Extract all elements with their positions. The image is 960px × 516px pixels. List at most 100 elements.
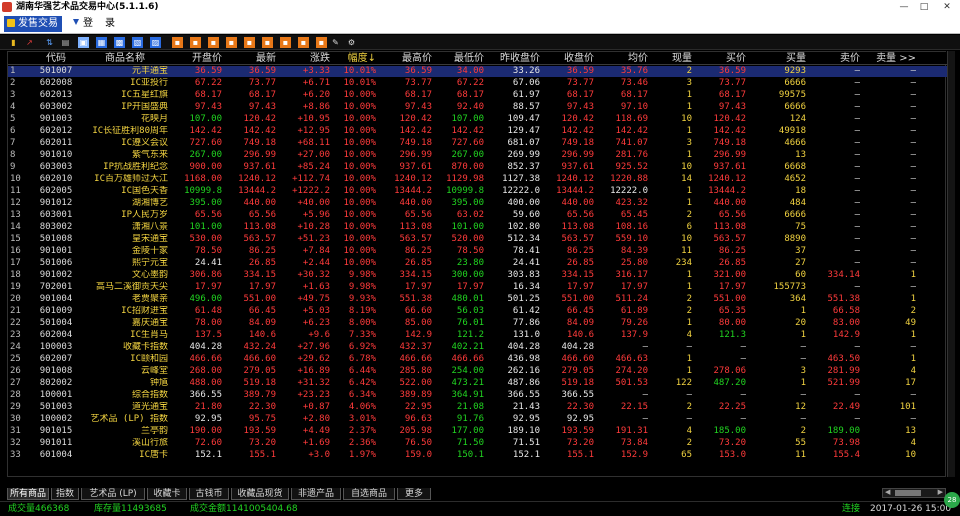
table-row[interactable]: 32 901011 溪山行旅 72.60 73.20 +1.69 2.36% 76.50 71.… xyxy=(8,438,947,449)
header-col-ask-volume[interactable]: 卖量 >> xyxy=(864,52,916,65)
header-col-code[interactable]: 代码 xyxy=(34,52,78,65)
table-row[interactable]: 7 602011 IC遵义会议 727.60 749.18 +68.11 10.00% 749… xyxy=(8,138,947,149)
trend-icon[interactable]: ↗ xyxy=(24,37,35,48)
vertical-scrollbar[interactable] xyxy=(947,51,955,477)
scroll-right-icon[interactable]: ▶ xyxy=(938,488,943,496)
header-col-high[interactable]: 最高价 xyxy=(380,52,432,65)
table-row[interactable]: 31 901015 兰亭韵 190.00 193.59 +4.49 2.37% 205.98 1… xyxy=(8,426,947,437)
menu-login[interactable]: 登 xyxy=(70,16,98,32)
table-row[interactable]: 18 901002 文心墨韵 306.86 334.15 +30.32 9.98% 334.1… xyxy=(8,270,947,281)
header-col-bid[interactable]: 买价 xyxy=(694,52,746,65)
tool-icon[interactable]: ▪ xyxy=(172,37,183,48)
table-row[interactable]: 29 501003 道光通宝 21.80 22.30 +0.87 4.06% 22.95 21.… xyxy=(8,402,947,413)
table-row[interactable]: 22 501004 嘉庆通宝 78.00 84.09 +6.23 8.00% 85.00 76.… xyxy=(8,318,947,329)
tab-category[interactable]: 古钱币 xyxy=(189,488,229,500)
table-row[interactable]: 17 501006 熙宁元宝 24.41 26.85 +2.44 10.00% 26.85 23… xyxy=(8,258,947,269)
tool-icon[interactable]: ▪ xyxy=(190,37,201,48)
table-row[interactable]: 10 602010 IC百万雄师过大江 1168.00 1240.12 +112.74 10… xyxy=(8,174,947,185)
scroll-thumb[interactable] xyxy=(895,490,921,496)
menu-record[interactable]: 录 xyxy=(102,16,126,32)
cell-close: 73.77 xyxy=(566,78,594,88)
tab-category[interactable]: 收藏卡 xyxy=(147,488,187,500)
table-row[interactable]: 5 901003 花映月 107.00 120.42 +10.95 10.00% 120.42… xyxy=(8,114,947,125)
report-icon[interactable]: ▩ xyxy=(114,37,125,48)
scroll-left-icon[interactable]: ◀ xyxy=(885,488,890,496)
table-row[interactable]: 8 901010 紫气东来 267.00 296.99 +27.00 10.00% 296.9… xyxy=(8,150,947,161)
table-row[interactable]: 19 702001 高马二溪御贡天尖 17.97 17.97 +1.63 9.98% 17.9… xyxy=(8,282,947,293)
table-row[interactable]: 20 901004 老贾聚亲 496.00 551.00 +49.75 9.93% 551.3… xyxy=(8,294,947,305)
tab-category[interactable]: 指数 xyxy=(51,488,79,500)
table-row[interactable]: 23 602004 IC生肖马 137.5 140.6 +9.6 7.33% 142.9 121… xyxy=(8,330,947,341)
tool-icon[interactable]: ▪ xyxy=(262,37,273,48)
quote-icon[interactable]: ⇅ xyxy=(44,37,55,48)
cell-prev-close: 59.60 xyxy=(512,210,540,220)
header-col-ask[interactable]: 卖价 xyxy=(808,52,860,65)
horizontal-scrollbar[interactable]: ◀ ▶ xyxy=(882,488,946,498)
minimize-button[interactable]: — xyxy=(894,0,914,14)
news-icon[interactable]: ▧ xyxy=(132,37,143,48)
header-col-open[interactable]: 开盘价 xyxy=(170,52,222,65)
table-row[interactable]: 25 602007 IC颐和园 466.66 466.60 +29.62 6.78% 466.… xyxy=(8,354,947,365)
table-row[interactable]: 12 901012 湖湘博艺 395.00 440.00 +40.00 10.00% 440.… xyxy=(8,198,947,209)
header-col-change[interactable]: 涨跌 xyxy=(278,52,330,65)
table-row[interactable]: 28 100001 综合指数 366.55 389.79 +23.23 6.34% 389.8… xyxy=(8,390,947,401)
tab-category[interactable]: 非遗产品 xyxy=(291,488,341,500)
table-row[interactable]: 21 601009 IC招财进宝 61.48 66.45 +5.03 8.19% 66.60 5… xyxy=(8,306,947,317)
cell-open: 137.5 xyxy=(194,330,222,340)
table-row[interactable]: 11 602005 IC国色天香 10999.8 13444.2 +1222.2 10.00… xyxy=(8,186,947,197)
market-icon[interactable]: ▨ xyxy=(150,37,161,48)
floating-badge[interactable]: 28 xyxy=(944,492,960,508)
table-row[interactable]: 1 501007 元丰通宝 36.59 36.59 +3.33 10.01% 36.59 34.… xyxy=(8,66,947,77)
tool-icon[interactable]: ▪ xyxy=(208,37,219,48)
tool-icon[interactable]: ▪ xyxy=(298,37,309,48)
close-button[interactable]: ✕ xyxy=(934,0,960,14)
cell-bid: 120.42 xyxy=(713,114,746,124)
table-row[interactable]: 15 501008 皇宋通宝 530.00 563.57 +51.23 10.00% 563.… xyxy=(8,234,947,245)
chart-icon[interactable]: ▮ xyxy=(8,37,19,48)
quote-grid[interactable]: 代码 商品名称 开盘价 最新 涨跌 幅度↓ 最高价 最低价 昨收盘价 收盘价 均价 现量 买价 买量 卖价卖… xyxy=(7,51,947,477)
gear-icon[interactable]: ⚙ xyxy=(346,37,357,48)
table-row[interactable]: 14 803002 潇湘八景 101.00 113.08 +10.28 10.00% 113.… xyxy=(8,222,947,233)
table-row[interactable]: 2 602008 IC亚投行 67.22 73.77 +6.71 10.01% 73.77 67… xyxy=(8,78,947,89)
tab-category[interactable]: 所有商品 xyxy=(7,488,49,500)
header-col-low[interactable]: 最低价 xyxy=(434,52,484,65)
table-row[interactable]: 16 901001 金陵十家 78.50 86.25 +7.84 10.00% 86.25 78… xyxy=(8,246,947,257)
table-row[interactable]: 4 603002 IP开国盛典 97.43 97.43 +8.86 10.00% 97.43 9… xyxy=(8,102,947,113)
table-row[interactable]: 3 602013 IC五星红旗 68.17 68.17 +6.20 10.00% 68.17 6… xyxy=(8,90,947,101)
table-row[interactable]: 24 100003 收藏卡指数 404.28 432.24 +27.96 6.92% 432.… xyxy=(8,342,947,353)
grid-icon[interactable]: ▦ xyxy=(96,37,107,48)
header-col-bid-volume[interactable]: 买量 xyxy=(748,52,806,65)
tool-icon[interactable]: ▪ xyxy=(280,37,291,48)
table-row[interactable]: 30 100002 艺术品 (LP) 指数 92.95 95.75 +2.80 3.01% 9… xyxy=(8,414,947,425)
header-col-name[interactable]: 商品名称 xyxy=(82,52,168,65)
tool-icon[interactable]: ▪ xyxy=(226,37,237,48)
cell-close: 17.97 xyxy=(566,282,594,292)
tool-icon[interactable]: ▪ xyxy=(316,37,327,48)
table-row[interactable]: 33 601004 IC唐卡 152.1 155.1 +3.0 1.97% 159.0 150.… xyxy=(8,450,947,461)
header-col-percent[interactable]: 幅度↓ xyxy=(332,52,376,65)
window-titlebar[interactable]: 湖南华强艺术品交易中心(5.1.1.6) — □ ✕ xyxy=(0,0,960,14)
cell-high: 17.97 xyxy=(404,282,432,292)
table-row[interactable]: 27 802002 钟馗 488.00 519.18 +31.32 6.42% 522.00 4… xyxy=(8,378,947,389)
edit-icon[interactable]: ✎ xyxy=(330,37,341,48)
tab-category[interactable]: 收藏品现货 xyxy=(231,488,289,500)
tab-category[interactable]: 更多>> xyxy=(397,488,431,511)
table-row[interactable]: 26 901008 云峰堂 268.00 279.05 +16.89 6.44% 285.80… xyxy=(8,366,947,377)
table-row[interactable]: 6 602012 IC长征胜利80周年 142.42 142.42 +12.95 10.00… xyxy=(8,126,947,137)
header-col-avg[interactable]: 均价 xyxy=(596,52,648,65)
tab-category[interactable]: 艺术品 (LP) xyxy=(81,488,145,500)
cell-code: 602012 xyxy=(39,126,73,136)
panel-icon[interactable]: ▣ xyxy=(78,37,89,48)
table-row[interactable]: 13 603001 IP人民万岁 65.56 65.56 +5.96 10.00% 65.56… xyxy=(8,210,947,221)
table-row[interactable]: 9 603003 IP抗战胜利纪念 900.00 937.61 +85.24 10.00% 9… xyxy=(8,162,947,173)
header-col-prev-close[interactable]: 昨收盘价 xyxy=(486,52,540,65)
menu-trade[interactable]: 发售交易 xyxy=(4,16,62,32)
maximize-button[interactable]: □ xyxy=(914,0,934,14)
header-col-volume[interactable]: 现量 xyxy=(650,52,692,65)
tool-icon[interactable]: ▪ xyxy=(244,37,255,48)
list-icon[interactable]: ▤ xyxy=(60,37,71,48)
header-col-close[interactable]: 收盘价 xyxy=(542,52,594,65)
cell-high: 296.99 xyxy=(399,150,432,160)
header-col-last[interactable]: 最新 xyxy=(224,52,276,65)
tab-category[interactable]: 自选商品 xyxy=(343,488,395,500)
